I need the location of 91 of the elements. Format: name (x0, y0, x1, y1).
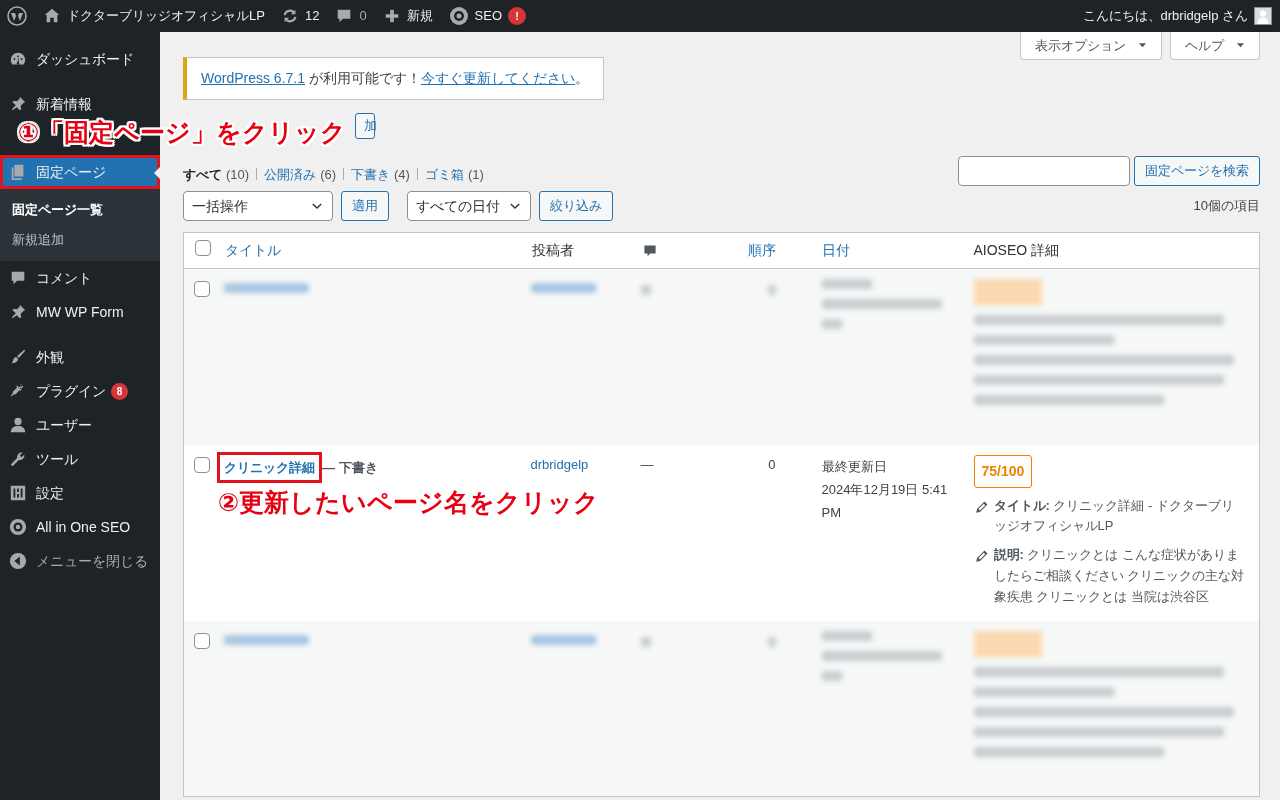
blurred-text (640, 636, 651, 647)
gauge-icon (9, 50, 27, 68)
sidebar-menu-item[interactable]: メニューを閉じる (0, 544, 160, 578)
alert-badge: ! (508, 7, 527, 25)
caret-icon (1236, 41, 1245, 50)
dropdown-button[interactable]: 表示オプション (1020, 32, 1162, 60)
filter-count: (4) (394, 165, 410, 184)
select-field[interactable]: すべての日付 (407, 191, 531, 221)
checkbox[interactable] (195, 239, 211, 256)
column-header: AIOSEO 詳細 (973, 242, 1060, 258)
sliders-icon (9, 484, 27, 502)
site-name-link[interactable]: ドクターブリッジオフィシャルLP (67, 6, 265, 26)
user-silhouette-icon (1255, 8, 1271, 24)
column-header-link[interactable]: タイトル (224, 242, 281, 258)
date-label: 最終更新日 (821, 457, 888, 476)
blurred-text (821, 279, 872, 289)
collapse-icon (9, 552, 27, 570)
column-header: 投稿者 (531, 242, 574, 258)
seo-score-badge: 75/100 (973, 454, 1033, 488)
filter-count: (10) (226, 165, 250, 184)
blurred-text (530, 283, 596, 293)
sidebar-menu-item[interactable]: ツール (0, 442, 160, 476)
checkbox[interactable] (194, 281, 210, 297)
caret-icon (1138, 41, 1147, 50)
filter-link[interactable]: すべて (183, 164, 222, 184)
filter-link[interactable]: ゴミ箱 (424, 164, 464, 184)
comments-count[interactable]: 0 (359, 6, 367, 26)
date-value: 2024年12月19日 5:41 PM (821, 480, 949, 523)
pencil-icon (973, 499, 989, 515)
search-field[interactable] (958, 156, 1130, 186)
brush-icon (9, 348, 27, 366)
wrench-icon (9, 450, 27, 468)
updates-count[interactable]: 12 (304, 6, 320, 26)
sidebar-menu-item[interactable]: 外観 (0, 340, 160, 374)
greeting-link[interactable]: こんにちは、drbridgelp さん (1082, 6, 1248, 26)
new-menu-link[interactable]: 新規 (406, 6, 433, 26)
status-text: — 下書き (321, 459, 378, 475)
submenu-item[interactable]: 固定ページ一覧 (0, 195, 160, 225)
apply-button[interactable]: 適用 (341, 191, 389, 221)
sidebar-menu-item[interactable]: MW WP Form (0, 295, 160, 329)
filter-link[interactable]: 下書き (351, 164, 390, 184)
home-icon (43, 7, 61, 25)
seo-menu-link[interactable]: SEO (474, 6, 503, 26)
sidebar-menu-item[interactable]: 設定 (0, 476, 160, 510)
gear-icon (448, 6, 469, 26)
order-value: 0 (768, 456, 776, 472)
sidebar-menu-item[interactable]: All in One SEO (0, 510, 160, 544)
sidebar-menu-item[interactable]: 固定ページ (0, 155, 160, 189)
page-title-link[interactable]: クリニック詳細 (219, 454, 319, 480)
blurred-text (821, 319, 842, 329)
select-field[interactable]: 一括操作 (183, 191, 333, 221)
item-count: 10個の項目 (1193, 197, 1260, 216)
count-badge: 8 (111, 382, 128, 400)
wordpress-logo (7, 6, 27, 26)
comment-count: — (640, 456, 654, 472)
checkbox[interactable] (194, 632, 210, 649)
blurred-text (530, 634, 596, 645)
sidebar-menu-item[interactable]: ダッシュボード (0, 42, 160, 76)
blurred-text (973, 279, 1042, 305)
pin-icon (9, 95, 27, 113)
avatar[interactable] (1254, 7, 1272, 25)
pencil-icon (973, 549, 989, 565)
column-header-link[interactable]: 日付 (821, 242, 850, 258)
notice-link[interactable]: WordPress 6.7.1 (201, 70, 305, 86)
checkbox[interactable] (194, 456, 210, 473)
filter-link[interactable]: 公開済み (264, 164, 317, 184)
user-icon (9, 416, 27, 434)
pin-icon (9, 303, 27, 321)
gear-icon (9, 518, 27, 536)
seo-detail-text: タイトル: クリニック詳細 - ドクターブリッジオフィシャルLP (993, 496, 1235, 536)
sidebar-menu-item[interactable]: コメント (0, 261, 160, 295)
blurred-text (767, 285, 776, 295)
blurred-text (640, 285, 651, 295)
blurred-text (973, 630, 1042, 657)
notice-text: WordPress 6.7.1 が利用可能です！今すぐ更新してください。 (201, 70, 589, 86)
sidebar-menu-item[interactable]: ユーザー (0, 408, 160, 442)
column-header-link[interactable]: 順序 (747, 242, 776, 258)
blurred-text (767, 636, 776, 647)
annotation-text: ②更新したいページ名をクリック (218, 487, 600, 518)
blurred-text (821, 630, 872, 641)
filter-count: (1) (467, 165, 484, 184)
search-button[interactable]: 固定ページを検索 (1134, 156, 1260, 186)
notice-link[interactable]: 今すぐ更新してください (420, 70, 575, 86)
submenu-item[interactable]: 新規追加 (0, 224, 160, 254)
author-link[interactable]: drbridgelp (530, 456, 589, 472)
seo-detail-text: 説明: クリニックとは こんな症状がありましたらご相談ください クリニックの主な対象疾患 クリニックとは 当院は渋谷区 (993, 546, 1245, 606)
dropdown-button[interactable]: ヘルプ (1170, 32, 1260, 60)
sidebar-menu-item[interactable]: プラグイン 8 (0, 374, 160, 408)
blurred-text (821, 670, 842, 681)
filter-button[interactable]: 絞り込み (539, 191, 613, 221)
filter-count: (6) (320, 165, 336, 184)
